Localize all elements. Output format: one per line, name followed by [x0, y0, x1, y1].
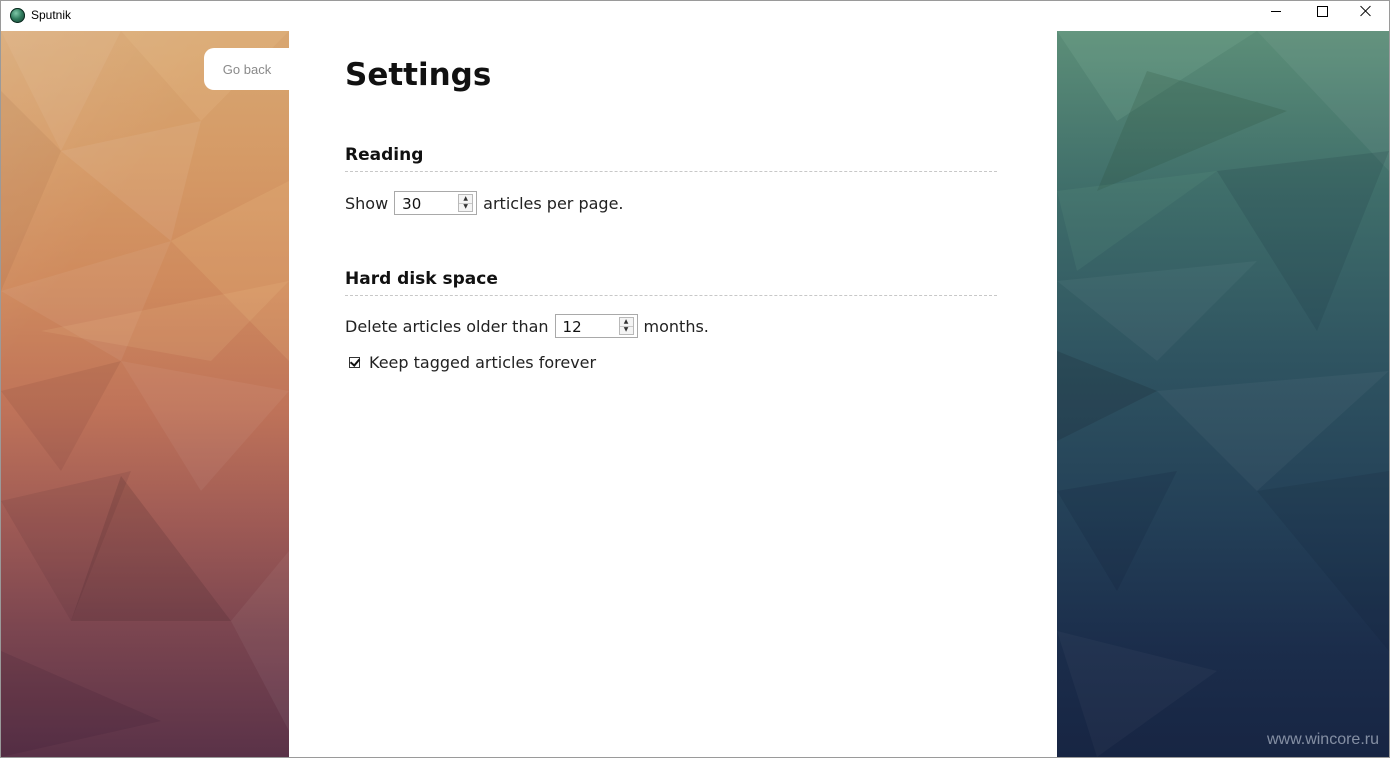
settings-content: Settings Reading Show 30 ▲ ▼ articles pe… — [289, 31, 1057, 757]
right-decorative-panel: www.wincore.ru — [1057, 31, 1389, 757]
left-polygon-pattern — [1, 31, 289, 757]
keep-tagged-row[interactable]: Keep tagged articles forever — [345, 353, 596, 372]
page-title: Settings — [345, 57, 492, 93]
maximize-icon — [1316, 5, 1328, 17]
minimize-button[interactable] — [1253, 1, 1299, 31]
reading-section-heading: Reading — [345, 145, 997, 172]
articles-per-page-label: articles per page. — [483, 193, 624, 213]
minimize-icon — [1271, 10, 1281, 12]
articles-per-page-row: Show 30 ▲ ▼ articles per page. — [345, 191, 624, 215]
left-decorative-panel — [1, 31, 289, 757]
stepper-buttons: ▲ ▼ — [618, 317, 634, 335]
window-title: Sputnik — [31, 8, 72, 22]
watermark: www.wincore.ru — [1266, 731, 1379, 748]
stepper-down-icon[interactable]: ▼ — [459, 203, 473, 211]
app-window: Sputnik www.wincore.ru Settings Reading … — [0, 0, 1390, 758]
delete-older-label: Delete articles older than — [345, 316, 549, 336]
articles-per-page-value[interactable]: 30 — [402, 195, 421, 213]
keep-tagged-checkbox[interactable] — [349, 357, 360, 368]
disk-section-heading: Hard disk space — [345, 269, 997, 296]
months-value[interactable]: 12 — [563, 318, 582, 336]
stepper-up-icon[interactable]: ▲ — [459, 195, 473, 204]
sputnik-globe-icon — [10, 8, 25, 23]
months-stepper[interactable]: 12 ▲ ▼ — [554, 314, 638, 338]
stepper-up-icon[interactable]: ▲ — [619, 318, 633, 327]
close-icon — [1360, 5, 1372, 17]
show-label: Show — [345, 193, 389, 213]
articles-per-page-stepper[interactable]: 30 ▲ ▼ — [394, 191, 478, 215]
delete-older-row: Delete articles older than 12 ▲ ▼ months… — [345, 314, 709, 338]
stepper-buttons: ▲ ▼ — [458, 194, 474, 212]
close-button[interactable] — [1343, 1, 1389, 31]
maximize-button[interactable] — [1299, 1, 1345, 31]
months-label: months. — [643, 316, 709, 336]
title-bar[interactable]: Sputnik — [1, 1, 1389, 31]
stepper-down-icon[interactable]: ▼ — [619, 326, 633, 334]
right-polygon-pattern — [1057, 31, 1389, 651]
go-back-button[interactable]: Go back — [204, 48, 290, 90]
keep-tagged-label[interactable]: Keep tagged articles forever — [369, 353, 596, 372]
